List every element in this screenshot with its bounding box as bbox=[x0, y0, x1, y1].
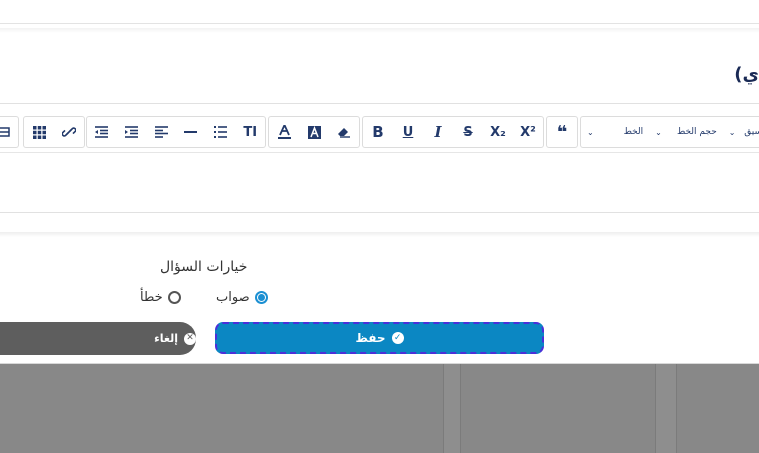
page-backdrop bbox=[0, 362, 759, 453]
toolbar-group-quote: ❝ bbox=[546, 116, 578, 148]
font-color-icon[interactable] bbox=[269, 117, 299, 147]
option-correct-label: صواب bbox=[216, 290, 250, 305]
save-label: حفظ bbox=[355, 331, 386, 345]
font-family-select[interactable]: الخط ⌄ bbox=[581, 117, 649, 147]
unlink-icon[interactable] bbox=[54, 117, 84, 147]
section-divider bbox=[0, 232, 759, 237]
check-circle-icon: ✓ bbox=[391, 332, 404, 344]
highlight-color-icon[interactable] bbox=[299, 117, 329, 147]
ordered-list-icon[interactable] bbox=[206, 117, 236, 147]
section-divider bbox=[0, 28, 759, 33]
italic-button[interactable]: I bbox=[423, 117, 453, 147]
horizontal-rule-icon[interactable] bbox=[176, 117, 206, 147]
close-circle-icon: ✕ bbox=[184, 332, 196, 345]
font-size-label: حجم الخط bbox=[676, 127, 717, 137]
grid-icon[interactable] bbox=[24, 117, 54, 147]
rich-text-editor[interactable]: TI B U I S X₂ X² ❝ الخط ⌄ حجم الخط ⌄ يق … bbox=[0, 103, 759, 213]
chevron-down-icon: ⌄ bbox=[587, 127, 594, 137]
strikethrough-button[interactable]: S bbox=[453, 117, 483, 147]
toolbar-group-paragraph: TI bbox=[86, 116, 266, 148]
toolbar-group-format: B U I S X₂ X² bbox=[362, 116, 544, 148]
text-size-icon[interactable]: TI bbox=[235, 117, 265, 147]
cancel-button[interactable]: ✕ إلغاء bbox=[0, 322, 196, 355]
radio-wrong[interactable] bbox=[167, 291, 181, 304]
backdrop-column bbox=[655, 362, 677, 453]
font-size-select[interactable]: حجم الخط ⌄ bbox=[649, 117, 723, 147]
superscript-button[interactable]: X² bbox=[513, 117, 543, 147]
option-wrong[interactable]: خطأ bbox=[140, 290, 181, 305]
format-label: نسيق bbox=[744, 127, 759, 137]
dialog-title: ي) bbox=[734, 64, 759, 85]
quote-icon[interactable]: ❝ bbox=[547, 117, 577, 147]
bold-button[interactable]: B bbox=[363, 117, 393, 147]
eraser-icon[interactable] bbox=[329, 117, 359, 147]
toolbar-group-insert bbox=[23, 116, 85, 148]
table-insert-icon[interactable] bbox=[0, 117, 18, 147]
option-correct[interactable]: صواب bbox=[216, 290, 268, 305]
radio-correct[interactable] bbox=[254, 291, 268, 304]
save-button[interactable]: ✓ حفظ bbox=[215, 322, 544, 354]
question-dialog: ي) TI B U I S X₂ X² ❝ الخط ⌄ حجم الخط ⌄ … bbox=[0, 0, 759, 364]
question-options-heading: خيارات السؤال bbox=[160, 259, 248, 275]
indent-decrease-icon[interactable] bbox=[87, 117, 117, 147]
cancel-label: إلغاء bbox=[154, 332, 178, 345]
option-wrong-label: خطأ bbox=[140, 290, 163, 305]
toolbar-group-table bbox=[0, 116, 19, 148]
align-left-icon[interactable] bbox=[146, 117, 176, 147]
editor-content-area[interactable] bbox=[0, 153, 759, 211]
chevron-down-icon: ⌄ bbox=[655, 127, 662, 137]
format-select[interactable]: نسيق ⌄ bbox=[723, 117, 759, 147]
underline-button[interactable]: U bbox=[393, 117, 423, 147]
font-family-label: الخط bbox=[623, 127, 644, 137]
toolbar-group-selects: الخط ⌄ حجم الخط ⌄ نسيق ⌄ bbox=[580, 116, 759, 148]
indent-increase-icon[interactable] bbox=[117, 117, 147, 147]
backdrop-column bbox=[443, 362, 461, 453]
chevron-down-icon: ⌄ bbox=[728, 127, 736, 137]
subscript-button[interactable]: X₂ bbox=[483, 117, 513, 147]
top-input-box[interactable] bbox=[0, 0, 759, 24]
toolbar-group-color bbox=[268, 116, 360, 148]
